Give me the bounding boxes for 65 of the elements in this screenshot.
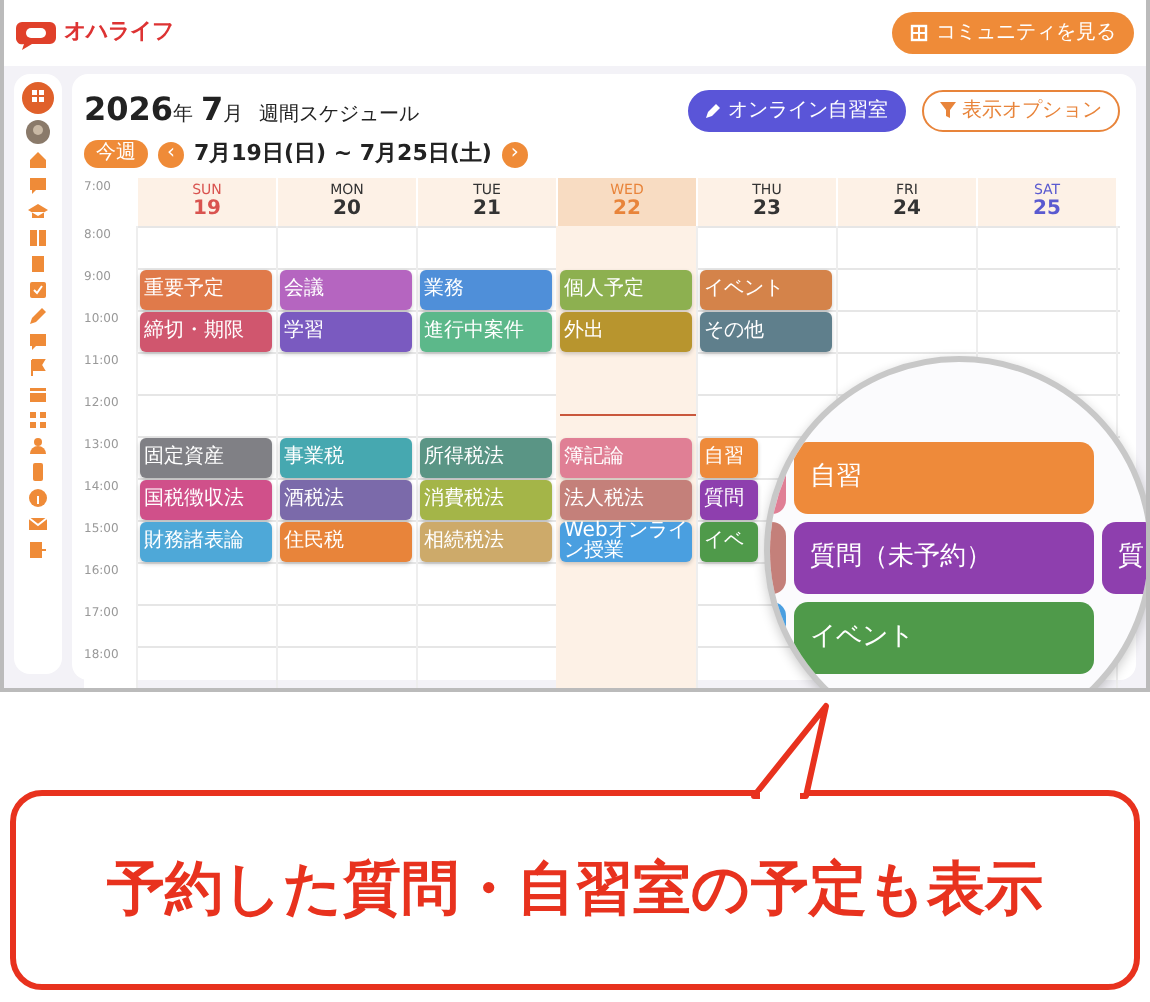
- event-block[interactable]: 質問（未予約）: [794, 522, 1094, 594]
- page-title: 週間スケジュール: [259, 102, 420, 130]
- event-block[interactable]: 酒税法: [280, 479, 412, 519]
- event-block[interactable]: 会議: [280, 269, 412, 309]
- event-block[interactable]: 質: [1102, 522, 1146, 594]
- book-icon[interactable]: [28, 228, 48, 248]
- event-block[interactable]: 事業税: [280, 437, 412, 477]
- document-icon[interactable]: [28, 254, 48, 274]
- event-block[interactable]: 消費税法: [420, 479, 552, 519]
- grid-icon[interactable]: [28, 410, 48, 430]
- event-block[interactable]: 進行中案件: [420, 311, 552, 351]
- event-block[interactable]: 法人税法: [560, 479, 692, 519]
- year-text: 2026: [84, 88, 174, 132]
- chat-icon[interactable]: [28, 332, 48, 352]
- display-options-button[interactable]: 表示オプション: [922, 89, 1120, 131]
- event-block[interactable]: 財務諸表論: [140, 521, 272, 561]
- pencil-icon: [706, 102, 722, 118]
- event-block[interactable]: 質問: [700, 479, 758, 519]
- event-block[interactable]: 学習: [280, 311, 412, 351]
- event-block[interactable]: 住民税: [280, 521, 412, 561]
- phone-icon[interactable]: [28, 462, 48, 482]
- event-block[interactable]: Webオンライン授業: [560, 521, 692, 561]
- home-icon[interactable]: [28, 150, 48, 170]
- event-block[interactable]: 重要予定: [140, 269, 272, 309]
- avatar-icon[interactable]: [26, 120, 50, 144]
- event-block[interactable]: その他: [700, 311, 832, 351]
- event-block[interactable]: 自習: [700, 437, 758, 477]
- event-block[interactable]: 自習: [794, 442, 1094, 514]
- event-block[interactable]: 相続税法: [420, 521, 552, 561]
- event-block[interactable]: イベント: [794, 602, 1094, 674]
- event-block[interactable]: 外出: [560, 311, 692, 351]
- mail-icon[interactable]: [28, 514, 48, 534]
- event-block[interactable]: 国税徴収法: [140, 479, 272, 519]
- pencil-icon[interactable]: [28, 306, 48, 326]
- filter-icon: [940, 102, 956, 118]
- community-button[interactable]: コミュニティを見る: [892, 12, 1134, 54]
- checklist-icon[interactable]: [28, 280, 48, 300]
- graduation-cap-icon[interactable]: [28, 202, 48, 222]
- user-icon[interactable]: [28, 436, 48, 456]
- event-block[interactable]: イベント: [700, 269, 832, 309]
- this-week-button[interactable]: 今週: [84, 140, 148, 169]
- event-block[interactable]: 業務: [420, 269, 552, 309]
- logo-icon: [16, 17, 56, 49]
- info-icon[interactable]: [28, 488, 48, 508]
- year-unit: 年: [173, 102, 194, 130]
- logo-text: オハライフ: [64, 16, 174, 49]
- previous-button[interactable]: ‹: [158, 141, 184, 168]
- flag-icon[interactable]: [28, 358, 48, 378]
- event-block[interactable]: 簿記論: [560, 437, 692, 477]
- next-button[interactable]: ›: [501, 141, 528, 168]
- month-text: 7: [201, 88, 224, 132]
- online-study-button[interactable]: オンライン自習室: [688, 89, 906, 131]
- chat-icon[interactable]: [28, 176, 48, 196]
- callout-text: 予約した質問・自習室の予定も表示: [107, 852, 1043, 927]
- event-block[interactable]: 個人予定: [560, 269, 692, 309]
- event-block[interactable]: 締切・期限: [140, 311, 272, 351]
- event-block[interactable]: 所得税法: [420, 437, 552, 477]
- menu-icon[interactable]: [22, 82, 54, 114]
- calendar-icon[interactable]: [28, 384, 48, 404]
- event-block[interactable]: 固定資産: [140, 437, 272, 477]
- exit-icon[interactable]: [28, 540, 48, 560]
- event-block[interactable]: イベ: [700, 521, 758, 561]
- date-range: 7月19日(日) ~ 7月25日(土): [194, 138, 492, 170]
- month-unit: 月: [223, 102, 244, 130]
- building-icon: [910, 24, 928, 42]
